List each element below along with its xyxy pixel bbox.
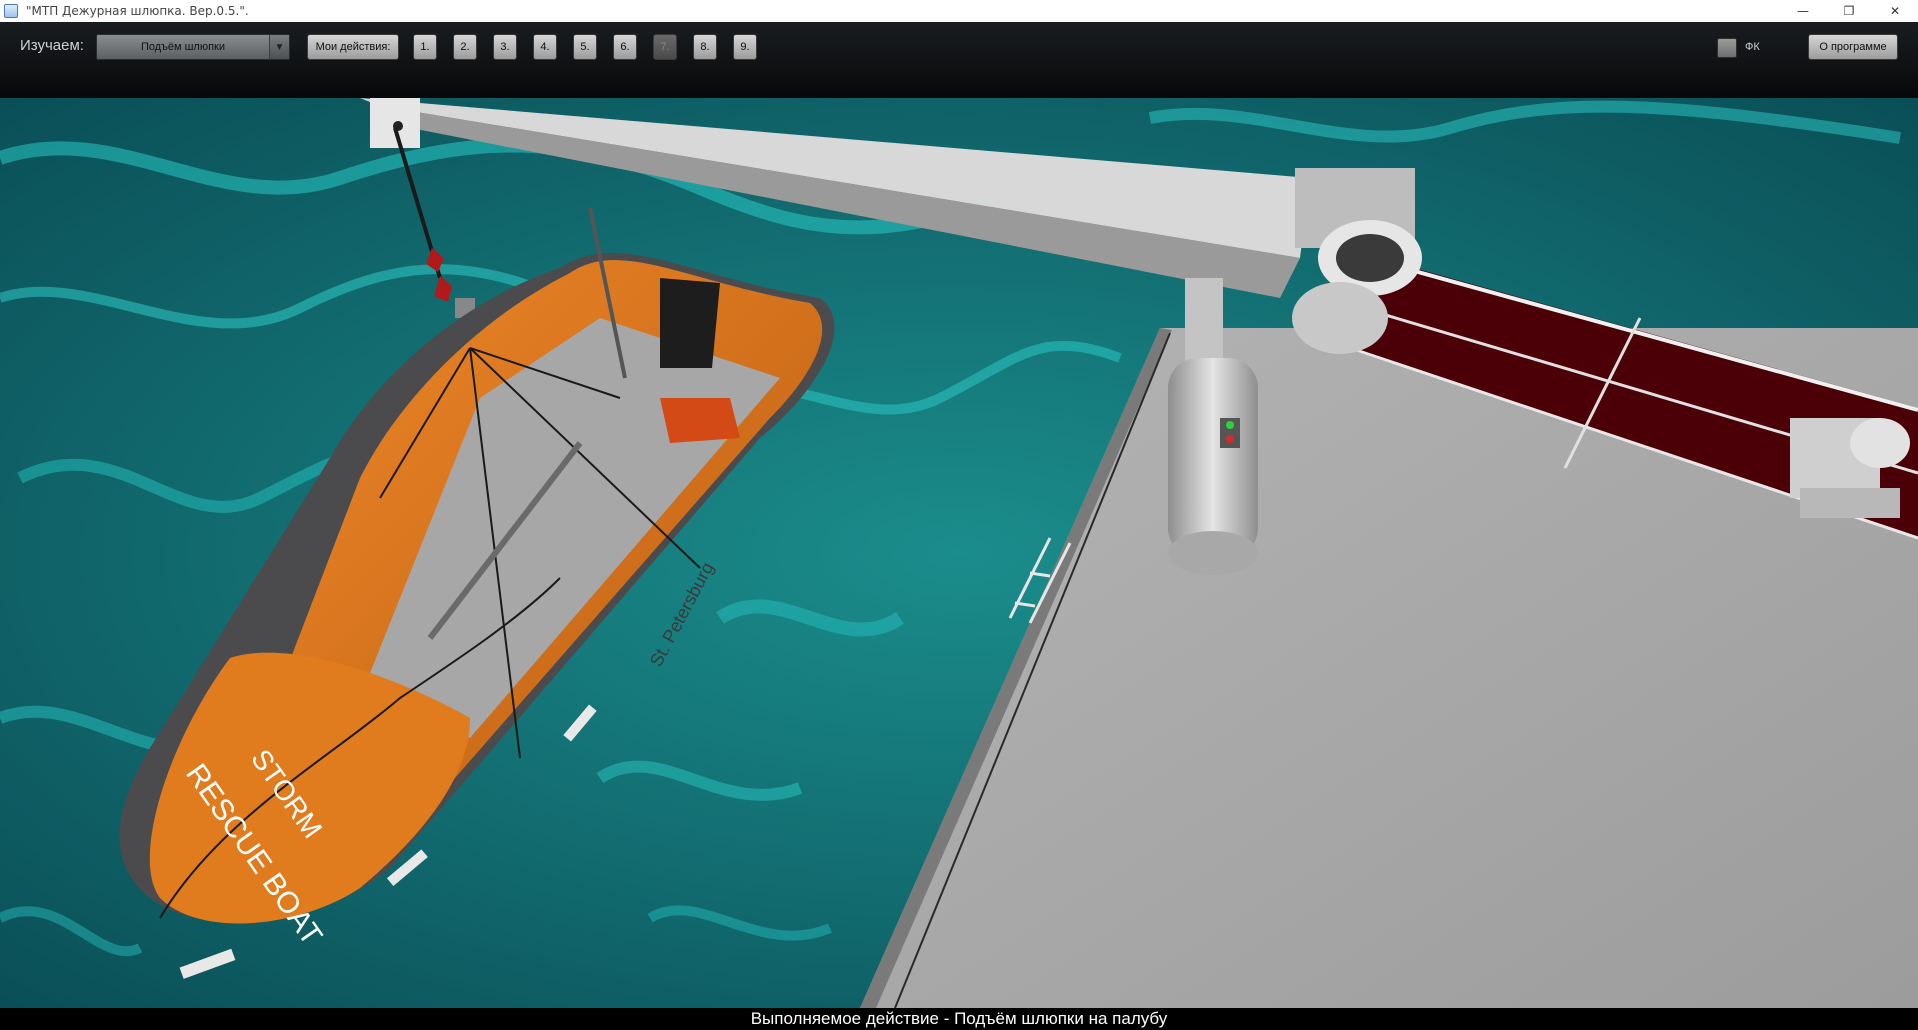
scenario-select[interactable]: Подъём шлюпки ▼	[96, 34, 290, 60]
title-bar: "МТП Дежурная шлюпка. Вер.0.5.". — ❐ ✕	[0, 0, 1918, 22]
3d-viewport[interactable]: RESCUE BOAT STORM St. Petersburg	[0, 98, 1918, 1008]
step-button-9[interactable]: 9.	[733, 34, 757, 60]
status-text: Выполняемое действие - Подъём шлюпки на …	[750, 1009, 1168, 1028]
fk-checkbox[interactable]	[1717, 38, 1737, 58]
step-button-4[interactable]: 4.	[533, 34, 557, 60]
window-title: "МТП Дежурная шлюпка. Вер.0.5.".	[26, 4, 249, 18]
step-button-1[interactable]: 1.	[413, 34, 437, 60]
my-actions-button[interactable]: Мои действия:	[307, 34, 399, 60]
step-button-7[interactable]: 7.	[653, 34, 677, 60]
scenario-value: Подъём шлюпки	[141, 41, 225, 53]
step-button-3[interactable]: 3.	[493, 34, 517, 60]
app-icon	[4, 4, 18, 18]
step-button-5[interactable]: 5.	[573, 34, 597, 60]
status-bar: Выполняемое действие - Подъём шлюпки на …	[0, 1008, 1918, 1030]
about-button[interactable]: О программе	[1808, 34, 1898, 60]
toolbar: Изучаем: Подъём шлюпки ▼ Мои действия: 1…	[0, 22, 1918, 98]
minimize-button[interactable]: —	[1780, 0, 1826, 22]
learn-label: Изучаем:	[20, 37, 84, 54]
fk-label: ФК	[1745, 41, 1760, 53]
chevron-down-icon[interactable]: ▼	[269, 35, 289, 59]
window-controls: — ❐ ✕	[1780, 0, 1918, 22]
step-button-8[interactable]: 8.	[693, 34, 717, 60]
close-button[interactable]: ✕	[1872, 0, 1918, 22]
restore-button[interactable]: ❐	[1826, 0, 1872, 22]
step-button-2[interactable]: 2.	[453, 34, 477, 60]
step-button-6[interactable]: 6.	[613, 34, 637, 60]
